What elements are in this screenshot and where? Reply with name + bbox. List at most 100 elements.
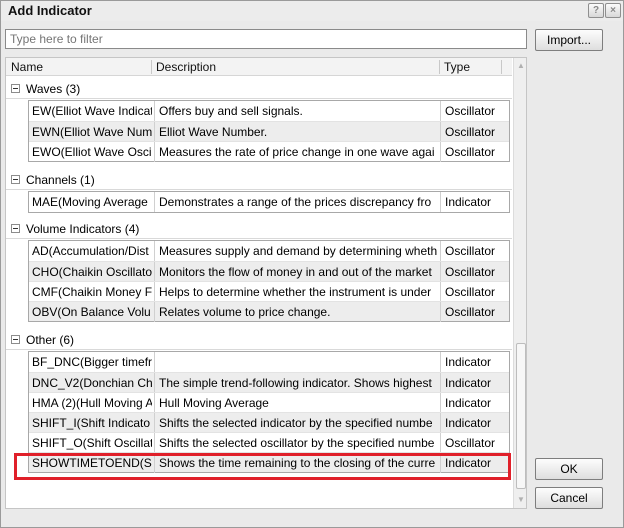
list-item[interactable]: SHIFT_I(Shift Indicato Shifts the select… bbox=[29, 412, 509, 433]
cell-divider bbox=[440, 192, 441, 212]
add-indicator-dialog: Add Indicator ? × Import... Name Descrip… bbox=[0, 0, 624, 528]
scroll-down-arrow-icon[interactable]: ▼ bbox=[517, 495, 525, 504]
indicator-type: Oscillator bbox=[445, 244, 496, 258]
list-item[interactable]: DNC_V2(Donchian Ch The simple trend-foll… bbox=[29, 372, 509, 393]
indicator-description: Demonstrates a range of the prices discr… bbox=[159, 195, 432, 209]
indicator-name: MAE(Moving Average bbox=[32, 195, 148, 209]
group-label: Volume Indicators (4) bbox=[26, 222, 140, 236]
cell-divider bbox=[154, 192, 155, 212]
cell-divider bbox=[154, 241, 155, 261]
group-rows: MAE(Moving Average Demonstrates a range … bbox=[28, 191, 510, 213]
cell-divider bbox=[154, 413, 155, 433]
indicator-type: Indicator bbox=[445, 195, 492, 209]
collapse-icon[interactable] bbox=[11, 175, 20, 184]
list-item[interactable]: MAE(Moving Average Demonstrates a range … bbox=[29, 192, 509, 212]
collapse-icon[interactable] bbox=[11, 84, 20, 93]
indicator-type: Oscillator bbox=[445, 305, 496, 319]
indicator-description: Shifts the selected oscillator by the sp… bbox=[159, 436, 435, 450]
list-item[interactable]: EWN(Elliot Wave Numl Elliot Wave Number.… bbox=[29, 121, 509, 142]
indicator-description: Offers buy and sell signals. bbox=[159, 104, 303, 118]
indicator-name: HMA (2)(Hull Moving A bbox=[32, 396, 152, 410]
column-header-type[interactable]: Type bbox=[444, 60, 470, 74]
indicator-type: Oscillator bbox=[445, 145, 496, 159]
indicator-name: SHIFT_O(Shift Oscillat bbox=[32, 436, 152, 450]
title-bar: Add Indicator ? × bbox=[1, 1, 623, 21]
group-rows: EW(Elliot Wave Indicat Offers buy and se… bbox=[28, 100, 510, 162]
list-item[interactable]: SHIFT_O(Shift Oscillat Shifts the select… bbox=[29, 432, 509, 453]
cell-divider bbox=[154, 101, 155, 121]
indicator-description: The simple trend-following indicator. Sh… bbox=[159, 376, 432, 390]
group-label: Channels (1) bbox=[26, 173, 95, 187]
cell-divider bbox=[154, 433, 155, 453]
indicator-type: Oscillator bbox=[445, 265, 496, 279]
list-item[interactable]: EWO(Elliot Wave Oscil Measures the rate … bbox=[29, 141, 509, 162]
divider bbox=[6, 238, 512, 239]
group-label: Other (6) bbox=[26, 333, 75, 347]
import-button[interactable]: Import... bbox=[535, 29, 603, 51]
collapse-icon[interactable] bbox=[11, 224, 20, 233]
collapse-icon[interactable] bbox=[11, 335, 20, 344]
indicator-name: AD(Accumulation/Dist bbox=[32, 244, 149, 258]
group-volume-indicators[interactable]: Volume Indicators (4) bbox=[6, 219, 512, 239]
list-item[interactable]: AD(Accumulation/Dist Measures supply and… bbox=[29, 241, 509, 261]
cell-divider bbox=[154, 142, 155, 162]
indicator-name: EWN(Elliot Wave Numl bbox=[32, 125, 152, 139]
list-item[interactable]: BF_DNC(Bigger timefr Indicator bbox=[29, 352, 509, 372]
scroll-up-arrow-icon[interactable]: ▲ bbox=[517, 61, 525, 70]
column-header-description[interactable]: Description bbox=[156, 60, 216, 74]
indicator-type: Oscillator bbox=[445, 285, 496, 299]
cell-divider bbox=[154, 282, 155, 302]
selection-highlight-frame bbox=[14, 453, 511, 480]
cell-divider bbox=[440, 142, 441, 162]
indicator-description: Monitors the flow of money in and out of… bbox=[159, 265, 432, 279]
cancel-button[interactable]: Cancel bbox=[535, 487, 603, 509]
cell-divider bbox=[154, 262, 155, 282]
help-button[interactable]: ? bbox=[588, 3, 604, 18]
list-item[interactable]: CMF(Chaikin Money Fl Helps to determine … bbox=[29, 281, 509, 302]
indicator-name: CMF(Chaikin Money Fl bbox=[32, 285, 152, 299]
cell-divider bbox=[154, 302, 155, 322]
group-other[interactable]: Other (6) bbox=[6, 330, 512, 350]
indicator-name: CHO(Chaikin Oscillato bbox=[32, 265, 152, 279]
cell-divider bbox=[440, 122, 441, 142]
indicator-type: Indicator bbox=[445, 376, 492, 390]
ok-button[interactable]: OK bbox=[535, 458, 603, 480]
list-item[interactable]: HMA (2)(Hull Moving A Hull Moving Averag… bbox=[29, 392, 509, 413]
list-item[interactable]: EW(Elliot Wave Indicat Offers buy and se… bbox=[29, 101, 509, 121]
list-item[interactable]: OBV(On Balance Volu Relates volume to pr… bbox=[29, 301, 509, 322]
indicator-type: Oscillator bbox=[445, 125, 496, 139]
column-divider[interactable] bbox=[151, 60, 152, 74]
indicator-list: Name Description Type Waves (3) EW(Ellio… bbox=[5, 57, 527, 509]
group-label: Waves (3) bbox=[26, 82, 81, 96]
indicator-name: EWO(Elliot Wave Oscil bbox=[32, 145, 152, 159]
indicator-description: Shifts the selected indicator by the spe… bbox=[159, 416, 433, 430]
indicator-description: Relates volume to price change. bbox=[159, 305, 331, 319]
cell-divider bbox=[440, 393, 441, 413]
indicator-name: BF_DNC(Bigger timefr bbox=[32, 355, 152, 369]
scroll-thumb[interactable] bbox=[516, 343, 526, 489]
indicator-type: Oscillator bbox=[445, 436, 496, 450]
indicator-type: Indicator bbox=[445, 355, 492, 369]
indicator-name: SHIFT_I(Shift Indicato bbox=[32, 416, 151, 430]
group-channels[interactable]: Channels (1) bbox=[6, 170, 512, 190]
close-button[interactable]: × bbox=[605, 3, 621, 18]
vertical-scrollbar[interactable]: ▲ ▼ bbox=[513, 58, 526, 508]
indicator-description: Elliot Wave Number. bbox=[159, 125, 268, 139]
cell-divider bbox=[440, 262, 441, 282]
divider bbox=[6, 189, 512, 190]
indicator-description: Hull Moving Average bbox=[159, 396, 269, 410]
column-header-name[interactable]: Name bbox=[11, 60, 43, 74]
column-divider[interactable] bbox=[439, 60, 440, 74]
column-divider[interactable] bbox=[501, 60, 502, 74]
cell-divider bbox=[154, 393, 155, 413]
indicator-type: Oscillator bbox=[445, 104, 496, 118]
cell-divider bbox=[154, 373, 155, 393]
cell-divider bbox=[440, 241, 441, 261]
filter-input[interactable] bbox=[5, 29, 527, 49]
list-item[interactable]: CHO(Chaikin Oscillato Monitors the flow … bbox=[29, 261, 509, 282]
cell-divider bbox=[440, 413, 441, 433]
window-title: Add Indicator bbox=[8, 3, 92, 18]
group-waves[interactable]: Waves (3) bbox=[6, 79, 512, 99]
cell-divider bbox=[440, 373, 441, 393]
indicator-name: OBV(On Balance Volu bbox=[32, 305, 151, 319]
